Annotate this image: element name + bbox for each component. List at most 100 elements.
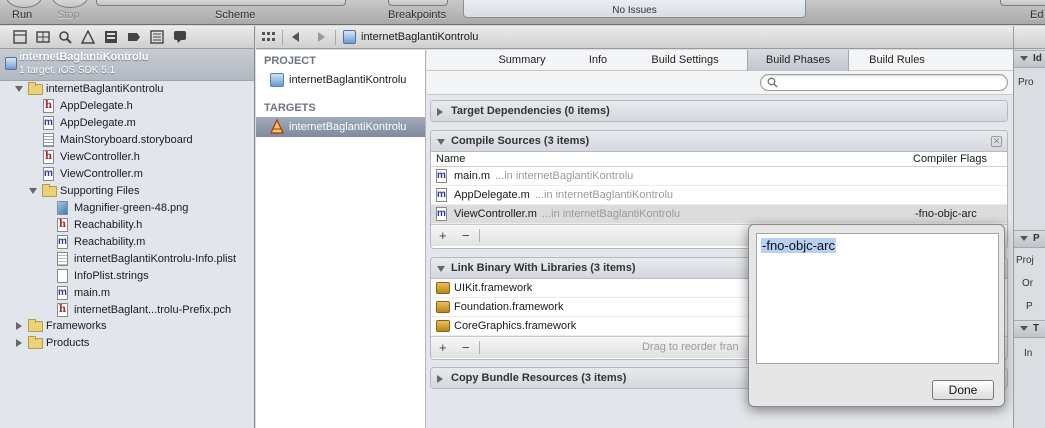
tree-group-products[interactable]: Products [0,335,254,352]
identity-section-header[interactable]: Id [1014,50,1045,68]
disclosure-closed-icon[interactable] [16,339,22,347]
source-file-path: ...in internetBaglantiKontrolu [534,189,674,201]
add-button[interactable]: + [439,340,447,355]
phase-title: Link Binary With Libraries (3 items) [451,262,636,274]
tree-file-infoplist-strings[interactable]: InfoPlist.strings [0,268,254,285]
targets-section-heading: TARGETS [264,102,316,114]
source-file-path: ...in internetBaglantiKontrolu [495,170,634,182]
done-button[interactable]: Done [932,380,994,400]
phase-header[interactable]: Compile Sources (3 items) ✕ [431,131,1007,152]
search-navigator-icon[interactable] [58,30,72,44]
project-document-section-header[interactable]: P [1014,230,1045,248]
tree-group-internetbaglantikontrolu[interactable]: internetBaglantiKontrolu [0,81,254,98]
breakpoint-navigator-icon[interactable] [127,30,141,44]
tree-file-mainstoryboard[interactable]: MainStoryboard.storyboard [0,132,254,149]
breakpoints-button[interactable] [388,0,448,6]
scheme-popup[interactable] [96,0,346,6]
related-items-icon[interactable] [262,31,276,46]
tree-file-appdelegate-h[interactable]: h AppDelegate.h [0,98,254,115]
tab-summary[interactable]: Summary [477,50,567,71]
run-button[interactable] [6,0,42,8]
compiler-flags-popover: -fno-objc-arc Done [748,224,1005,407]
tree-file-prefix-pch[interactable]: h internetBaglant...trolu-Prefix.pch [0,302,254,319]
back-arrow-icon[interactable] [292,32,299,42]
tree-item-label: Frameworks [46,320,107,332]
disclosure-closed-icon[interactable] [437,375,443,383]
tree-item-label: Supporting Files [60,185,140,197]
jump-bar: internetBaglantiKontrolu [256,26,1013,49]
tree-file-main-m[interactable]: m main.m [0,285,254,302]
jumpbar-crumb[interactable]: internetBaglantiKontrolu [361,31,478,43]
footer-divider [479,341,480,354]
disclosure-open-icon[interactable] [1020,235,1028,241]
tree-group-frameworks[interactable]: Frameworks [0,318,254,335]
framework-icon [436,282,450,294]
debug-navigator-icon[interactable] [104,30,118,44]
folder-icon [28,82,43,95]
project-root-item[interactable]: internetBaglantiKontrolu 1 target, iOS S… [0,49,254,81]
compile-source-row[interactable]: m AppDelegate.m ...in internetBaglantiKon… [431,186,1007,205]
disclosure-open-icon[interactable] [29,188,37,194]
project-list-item[interactable]: internetBaglantiKontrolu [256,70,425,90]
tree-file-magnifier-png[interactable]: Magnifier-green-48.png [0,200,254,217]
framework-icon [436,301,450,313]
disclosure-closed-icon[interactable] [437,108,443,116]
tree-file-reachability-h[interactable]: h Reachability.h [0,217,254,234]
folder-icon [28,319,43,332]
issue-navigator-icon[interactable] [80,29,96,44]
tab-build-settings[interactable]: Build Settings [633,50,737,71]
column-compiler-flags-header[interactable]: Compiler Flags [913,152,987,167]
plist-file-icon [57,252,68,266]
disclosure-closed-icon[interactable] [16,322,22,330]
folder-icon [28,336,43,349]
forward-arrow-icon[interactable] [318,32,325,42]
project-navigator-icon[interactable] [13,30,27,44]
editor-segmented-control[interactable] [1000,0,1045,6]
compiler-flags-text-area[interactable]: -fno-objc-arc [756,233,999,364]
implementation-file-icon: m [57,235,68,249]
tab-build-phases[interactable]: Build Phases [747,50,849,71]
remove-button[interactable]: − [462,340,470,355]
phase-delete-icon[interactable]: ✕ [991,136,1002,147]
utility-label: P [1026,301,1033,312]
tree-file-viewcontroller-m[interactable]: m ViewController.m [0,166,254,183]
tree-group-supporting-files[interactable]: Supporting Files [0,183,254,200]
disclosure-open-icon[interactable] [1020,325,1028,331]
project-icon [343,30,356,44]
symbol-navigator-icon[interactable] [36,30,50,44]
tab-build-rules[interactable]: Build Rules [855,50,939,71]
implementation-file-icon: m [43,116,54,130]
remove-button[interactable]: − [462,228,470,243]
tree-file-info-plist[interactable]: internetBaglantiKontrolu-Info.plist [0,251,254,268]
tree-file-viewcontroller-h[interactable]: h ViewController.h [0,149,254,166]
filter-search-field[interactable] [760,74,1008,91]
disclosure-open-icon[interactable] [437,266,445,272]
stop-button[interactable] [52,0,88,8]
add-button[interactable]: + [439,228,447,243]
text-settings-section-header[interactable]: T [1014,320,1045,338]
compile-source-row[interactable]: m main.m ...in internetBaglantiKontrolu [431,167,1007,186]
tree-item-label: internetBaglantiKontrolu [46,83,164,95]
utility-area: Id Pro P Proj Or P T In [1013,26,1045,428]
library-name: UIKit.framework [454,282,533,294]
compiler-flags-selected-text[interactable]: -fno-objc-arc [761,238,836,253]
tree-file-reachability-m[interactable]: m Reachability.m [0,234,254,251]
compiler-flags-value[interactable]: -fno-objc-arc [915,205,977,224]
tree-item-label: Products [46,337,90,349]
column-name-header[interactable]: Name [436,152,465,167]
phase-title: Compile Sources (3 items) [451,135,590,147]
log-navigator-icon[interactable] [150,30,164,44]
footer-divider [479,229,480,242]
phase-header[interactable]: Target Dependencies (0 items) [431,101,1007,121]
project-name: internetBaglantiKontrolu [19,51,149,63]
target-item-label: internetBaglantiKontrolu [289,121,407,133]
log-bubble-icon[interactable] [173,30,187,44]
disclosure-open-icon[interactable] [1020,55,1028,61]
application-target-icon [270,118,284,134]
tree-file-appdelegate-m[interactable]: m AppDelegate.m [0,115,254,132]
disclosure-open-icon[interactable] [437,139,445,145]
target-list-item[interactable]: internetBaglantiKontrolu [256,117,425,137]
tab-info[interactable]: Info [567,50,629,71]
disclosure-open-icon[interactable] [15,86,23,92]
compile-source-row-selected[interactable]: m ViewController.m ...in internetBaglanti… [431,205,1007,224]
